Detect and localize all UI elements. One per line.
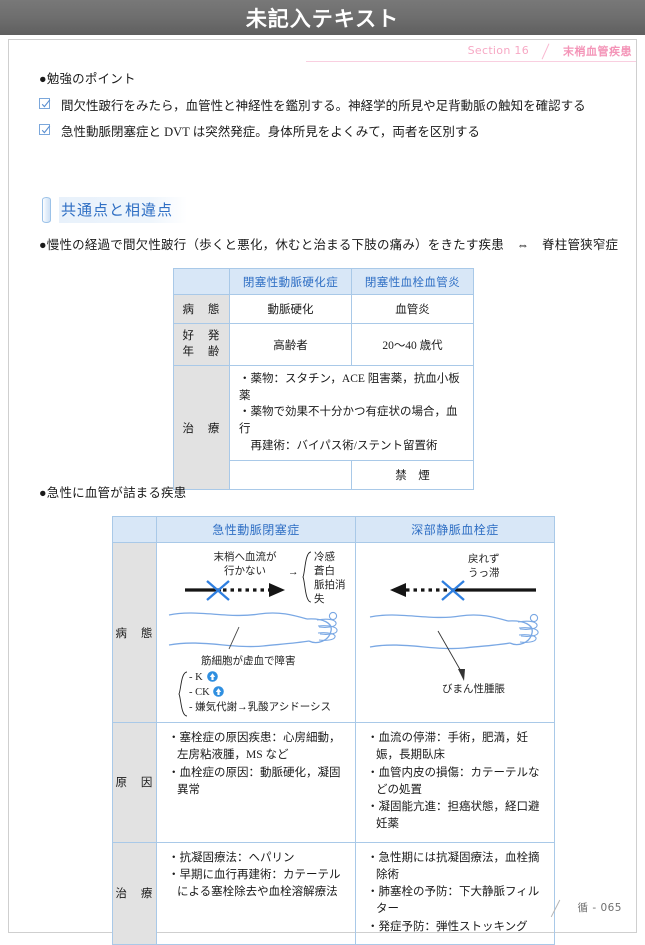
footer-slash-icon	[543, 899, 569, 916]
list-item: ・凝固能亢進：担癌状態，経口避妊薬	[367, 801, 540, 831]
finding-ck: - CK	[189, 687, 210, 698]
table-row: 好 発 年 齢 高齢者 20〜40 歳代	[173, 323, 474, 366]
table-row: 治 療 ・抗凝固療法：ヘパリン ・早期に血行再建術：カテーテルによる塞栓除去や血…	[112, 841, 555, 945]
list-item: ・抗凝固療法：ヘパリン	[168, 851, 295, 864]
row-header-line: 年 齢	[182, 345, 221, 358]
study-point-item: 間欠性跛行をみたら，血管性と神経性を鑑別する。神経学的所見や足背動脈の触知を確認…	[39, 95, 586, 114]
pointer-arrow-icon	[437, 630, 465, 681]
table1-row-header: 病 態	[173, 294, 230, 324]
brace-icon	[302, 551, 312, 603]
section-heading-label: 共通点と相違点	[59, 197, 188, 223]
table2-treatment-left: ・抗凝固療法：ヘパリン ・早期に血行再建術：カテーテルによる塞栓除去や血栓溶解療…	[156, 841, 356, 945]
table2-cause-right: ・血流の停滞：手術，肥満，妊娠，長期臥床 ・血管内皮の損傷：カテーテルなどの処置…	[355, 722, 555, 843]
table-header-row: 急性動脈閉塞症 深部静脈血栓症	[112, 516, 555, 543]
blocked-arrow-icon	[185, 580, 285, 601]
table2-row-header: 原 因	[112, 722, 157, 843]
brace-icon	[178, 671, 188, 717]
list-item: ・血流の停滞：手術，肥満，妊娠，長期臥床	[367, 732, 528, 762]
table1-cell: 高齢者	[229, 323, 352, 366]
checkbox-checked-icon[interactable]	[39, 124, 51, 135]
study-point-item: 急性動脈閉塞症と DVT は突然発症。身体所見をよくみて，両者を区別する	[39, 121, 480, 140]
list-item: ・急性期には抗凝固療法，血栓摘除術	[367, 851, 540, 881]
slash-divider-icon	[535, 44, 557, 58]
list-item: ・発症予防：弾性ストッキング	[367, 920, 528, 933]
finding-potassium: - K	[189, 672, 203, 683]
study-point-text: 急性動脈閉塞症と DVT は突然発症。身体所見をよくみて，両者を区別する	[61, 125, 480, 139]
figure-arterial-occlusion: 末梢へ血流が 行かない → 冷感 蒼白 脈拍消失 筋細胞が虚血で障害 - K -…	[156, 542, 356, 723]
treatment-line: 再建術：バイパス術/ステント留置術	[239, 439, 438, 452]
study-points-heading: ●勉強のポイント	[39, 72, 136, 86]
table1-cell	[229, 460, 352, 491]
document-page: Section 16 末梢血管疾患 ●勉強のポイント 間欠性跛行をみたら，血管性…	[8, 39, 637, 945]
page-number: 循 - 065	[577, 902, 622, 914]
checkbox-checked-icon[interactable]	[39, 98, 51, 109]
chronic-disease-line: ●慢性の経過で間欠性跛行（歩くと悪化，休むと治まる下肢の痛み）をきたす疾患 ⇔ …	[39, 238, 619, 252]
page-footer: 循 - 065	[543, 899, 622, 916]
running-head: Section 16 末梢血管疾患	[306, 40, 636, 62]
acute-disease-line: ●急性に血管が詰まる疾患	[39, 486, 187, 500]
table1-column-header: 閉塞性血栓血管炎	[351, 268, 474, 295]
blocked-arrow-icon	[390, 580, 536, 601]
figure-effect: 冷感	[314, 552, 335, 563]
figure-caption-line: 末梢へ血流が	[213, 552, 277, 563]
figure-limb-caption: 筋細胞が虚血で障害	[201, 656, 296, 667]
table2-column-header: 急性動脈閉塞症	[156, 516, 356, 543]
study-point-text: 間欠性跛行をみたら，血管性と神経性を鑑別する。神経学的所見や足背動脈の触知を確認…	[61, 99, 586, 113]
increase-arrow-badge-icon	[213, 686, 224, 697]
figure-caption-line: 戻れず	[468, 554, 500, 565]
table2-treatment-right: ・急性期には抗凝固療法，血栓摘除術 ・肺塞栓の予防：下大静脈フィルター ・発症予…	[355, 841, 555, 945]
window-title-bar: 未記入テキスト	[0, 0, 645, 35]
window-title: 未記入テキスト	[245, 6, 400, 31]
table1-row-header: 好 発 年 齢	[173, 323, 230, 366]
table2-column-header: 深部静脈血栓症	[355, 516, 555, 543]
running-head-section: Section 16	[467, 44, 529, 57]
figure-limb-caption: びまん性腫脹	[442, 684, 505, 695]
table2-row-header: 治 療	[112, 841, 157, 945]
table2-row-header: 病 態	[112, 542, 157, 723]
table-header-row: 閉塞性動脈硬化症 閉塞性血栓血管炎	[173, 268, 474, 295]
list-item: ・血管内皮の損傷：カテーテルなどの処置	[367, 766, 540, 796]
heading-bar-icon	[42, 197, 51, 223]
table1-cell: 20〜40 歳代	[351, 323, 474, 366]
figure-effect: 脈拍消失	[314, 580, 346, 606]
comparison-table-acute: 急性動脈閉塞症 深部静脈血栓症 病 態 末梢へ血流が 行かない → 冷感 蒼白	[112, 516, 555, 945]
table-row: 原 因 ・塞栓症の原因疾患：心房細動，左房粘液腫，MS など ・血栓症の原因：動…	[112, 722, 555, 843]
table1-cell: 動脈硬化	[229, 294, 352, 324]
treatment-line: ・薬物で効果不十分かつ有症状の場合，血行	[239, 406, 458, 436]
table-row: 病 態 末梢へ血流が 行かない → 冷感 蒼白 脈拍消失 筋細胞が虚血で障害 -…	[112, 542, 555, 723]
comparison-table-chronic: 閉塞性動脈硬化症 閉塞性血栓血管炎 病 態 動脈硬化 血管炎 好 発 年 齢 高…	[173, 268, 474, 491]
table-row: 病 態 動脈硬化 血管炎	[173, 294, 474, 324]
section-heading: 共通点と相違点	[42, 196, 188, 224]
table1-column-header: 閉塞性動脈硬化症	[229, 268, 352, 295]
figure-caption-line: 行かない	[224, 566, 266, 577]
list-item: ・塞栓症の原因疾患：心房細動，左房粘液腫，MS など	[168, 732, 341, 762]
table1-corner-cell	[173, 268, 230, 295]
table1-cell: 血管炎	[351, 294, 474, 324]
table1-row-header: 治 療	[173, 364, 230, 491]
treatment-line: ・薬物：スタチン，ACE 阻害薬，抗血小板薬	[239, 373, 460, 402]
table2-cause-left: ・塞栓症の原因疾患：心房細動，左房粘液腫，MS など ・血栓症の原因：動脈硬化，…	[156, 722, 356, 843]
row-header-line: 好 発	[182, 329, 221, 342]
limb-illustration-icon	[168, 611, 338, 650]
increase-arrow-badge-icon	[207, 671, 218, 682]
figure-deep-vein-thrombosis: 戻れず うっ滞 びまん性腫脹	[355, 542, 555, 723]
list-item: ・血栓症の原因：動脈硬化，凝固異常	[168, 766, 341, 796]
finding-anaerobic-metabolism: - 嫌気代謝→乳酸アシドーシス	[189, 702, 331, 713]
running-head-subject: 末梢血管疾患	[563, 44, 632, 58]
table-row: 治 療 ・薬物：スタチン，ACE 阻害薬，抗血小板薬 ・薬物で効果不十分かつ有症…	[173, 364, 474, 491]
list-item: ・早期に血行再建術：カテーテルによる塞栓除去や血栓溶解療法	[168, 868, 341, 898]
table1-cell: 禁 煙	[351, 460, 474, 491]
figure-effect: 蒼白	[314, 566, 335, 577]
list-item: ・肺塞栓の予防：下大静脈フィルター	[367, 886, 540, 916]
table2-corner-cell	[112, 516, 157, 543]
table1-treatment-merged-cell: ・薬物：スタチン，ACE 阻害薬，抗血小板薬 ・薬物で効果不十分かつ有症状の場合…	[229, 364, 474, 462]
